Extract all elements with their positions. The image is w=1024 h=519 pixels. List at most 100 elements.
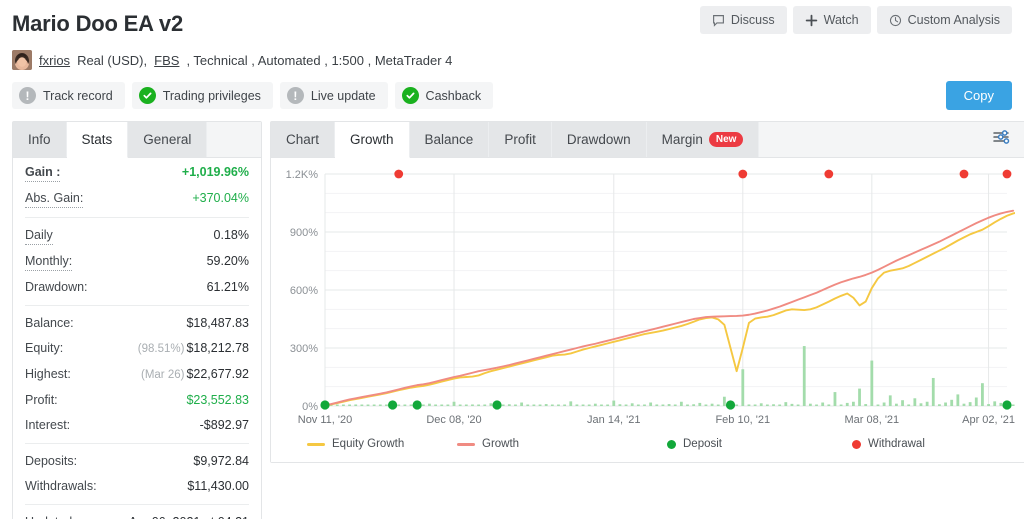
legend-item-withdrawal[interactable]: Withdrawal [852, 438, 925, 450]
stat-label[interactable]: Daily [25, 227, 53, 245]
stat-row-daily: Daily 0.18% [25, 223, 249, 249]
divider [25, 443, 249, 444]
stat-row-equity: Equity: (98.51%) $18,212.78 [25, 336, 249, 362]
tab-info[interactable]: Info [13, 122, 67, 157]
stat-label: Equity: [25, 341, 64, 355]
main-content: Info Stats General Gain : +1,019.96% Abs… [0, 109, 1024, 519]
legend-item-deposit[interactable]: Deposit [667, 438, 852, 450]
exclamation-icon: ! [19, 87, 36, 104]
stat-sub: (Mar 26) [140, 369, 185, 381]
stat-sub: (98.51%) [137, 343, 185, 355]
stat-row-gain: Gain : +1,019.96% [25, 160, 249, 186]
account-type: Real (USD), [77, 52, 148, 68]
chart-legend: Equity Growth Growth Deposit Withdrawal [279, 432, 1015, 458]
badge-track-record[interactable]: ! Track record [12, 82, 125, 109]
watch-button[interactable]: Watch [792, 6, 871, 34]
copy-button[interactable]: Copy [945, 81, 1012, 110]
stat-value: $11,430.00 [187, 479, 249, 493]
tab-label: Chart [286, 132, 320, 147]
tab-label: Stats [81, 132, 113, 147]
svg-text:Nov 11, '20: Nov 11, '20 [298, 414, 352, 426]
legend-label: Growth [482, 438, 520, 450]
tab-label: Profit [504, 132, 536, 147]
stat-row-abs-gain: Abs. Gain: +370.04% [25, 186, 249, 212]
svg-text:Apr 02, '21: Apr 02, '21 [962, 414, 1015, 426]
tab-growth[interactable]: Growth [335, 122, 410, 158]
stat-value: $18,212.78 [186, 341, 249, 355]
custom-analysis-label: Custom Analysis [907, 13, 1000, 27]
badge-label: Track record [43, 88, 113, 103]
broker-link[interactable]: FBS [154, 53, 179, 68]
legend-label: Withdrawal [868, 438, 925, 450]
exclamation-icon: ! [286, 87, 304, 104]
tab-balance[interactable]: Balance [409, 122, 490, 157]
discuss-button[interactable]: Discuss [699, 6, 787, 34]
stat-row-highest: Highest: (Mar 26) $22,677.92 [25, 362, 249, 388]
tab-chart[interactable]: Chart [271, 122, 336, 157]
discuss-label: Discuss [730, 13, 775, 27]
watch-label: Watch [823, 13, 859, 27]
page-header: Mario Doo EA v2 Discuss Watch Custom Ana… [0, 0, 1024, 110]
stat-label[interactable]: Abs. Gain: [25, 190, 84, 208]
growth-chart[interactable]: 0% 300% 600% 900% 1.2K% Nov 11, '20 Dec 08, '2… [279, 164, 1015, 432]
chart-settings-button[interactable] [977, 122, 1024, 157]
divider [25, 305, 249, 306]
stat-value: Apr 06, 2021 at 04:21 [129, 514, 249, 519]
stat-label: Deposits: [25, 454, 78, 468]
badge-live-update[interactable]: ! Live update [279, 82, 388, 109]
check-icon [138, 87, 156, 104]
stat-value: $22,677.92 [186, 367, 249, 381]
username-link[interactable]: fxrios [39, 53, 70, 68]
tab-label: Info [28, 132, 51, 147]
svg-text:1.2K%: 1.2K% [286, 169, 319, 181]
tab-profit[interactable]: Profit [489, 122, 552, 157]
legend-swatch [457, 442, 475, 446]
sliders-icon [991, 127, 1011, 152]
stat-label: Highest: [25, 367, 71, 381]
stat-label: Profit: [25, 393, 58, 407]
custom-analysis-button[interactable]: Custom Analysis [876, 6, 1012, 34]
legend-swatch [307, 442, 325, 446]
status-badges: ! Track record Trading privileges ! Live… [12, 81, 1012, 110]
plus-icon [805, 14, 818, 27]
stat-value: +370.04% [192, 191, 249, 205]
divider [25, 504, 249, 505]
stat-value: $9,972.84 [193, 454, 249, 468]
stat-row-drawdown: Drawdown: 61.21% [25, 275, 249, 300]
tab-label: Growth [350, 132, 394, 147]
stats-tabbar: Info Stats General [13, 122, 261, 158]
badge-trading-privileges[interactable]: Trading privileges [131, 82, 273, 109]
svg-text:Jan 14, '21: Jan 14, '21 [587, 414, 640, 426]
tabbar-spacer [759, 122, 977, 157]
badge-label: Live update [310, 88, 376, 103]
svg-text:0%: 0% [302, 401, 318, 413]
tab-margin[interactable]: Margin New [646, 122, 760, 157]
tab-stats[interactable]: Stats [66, 122, 129, 158]
stat-label[interactable]: Gain : [25, 164, 61, 182]
legend-item-equity-growth[interactable]: Equity Growth [307, 438, 457, 450]
svg-text:300%: 300% [290, 343, 318, 355]
stat-label[interactable]: Monthly: [25, 253, 73, 271]
badge-cashback[interactable]: Cashback [394, 82, 494, 109]
svg-text:900%: 900% [290, 227, 318, 239]
badge-label: Trading privileges [162, 88, 261, 103]
tabbar-spacer [207, 122, 261, 157]
stat-label: Updated [25, 514, 72, 519]
legend-swatch [852, 439, 861, 449]
svg-text:Dec 08, '20: Dec 08, '20 [426, 414, 481, 426]
legend-label: Equity Growth [332, 438, 405, 450]
stat-value: 0.18% [213, 228, 249, 242]
stat-value: $18,487.83 [186, 316, 249, 330]
chart-panel: Chart Growth Balance Profit Drawdown Mar… [270, 121, 1024, 463]
tab-general[interactable]: General [128, 122, 208, 157]
stat-label: Withdrawals: [25, 479, 97, 493]
stat-value: $23,552.83 [186, 393, 249, 407]
chart-area: 0% 300% 600% 900% 1.2K% Nov 11, '20 Dec 08, '2… [279, 164, 1015, 432]
tab-drawdown[interactable]: Drawdown [551, 122, 647, 157]
growth-chart-container: 0% 300% 600% 900% 1.2K% Nov 11, '20 Dec 08, '2… [271, 158, 1024, 462]
stat-row-interest: Interest: -$892.97 [25, 413, 249, 438]
stat-label: Drawdown: [25, 280, 88, 294]
legend-item-growth[interactable]: Growth [457, 438, 667, 450]
stat-row-profit: Profit: $23,552.83 [25, 388, 249, 413]
legend-swatch [667, 439, 676, 449]
